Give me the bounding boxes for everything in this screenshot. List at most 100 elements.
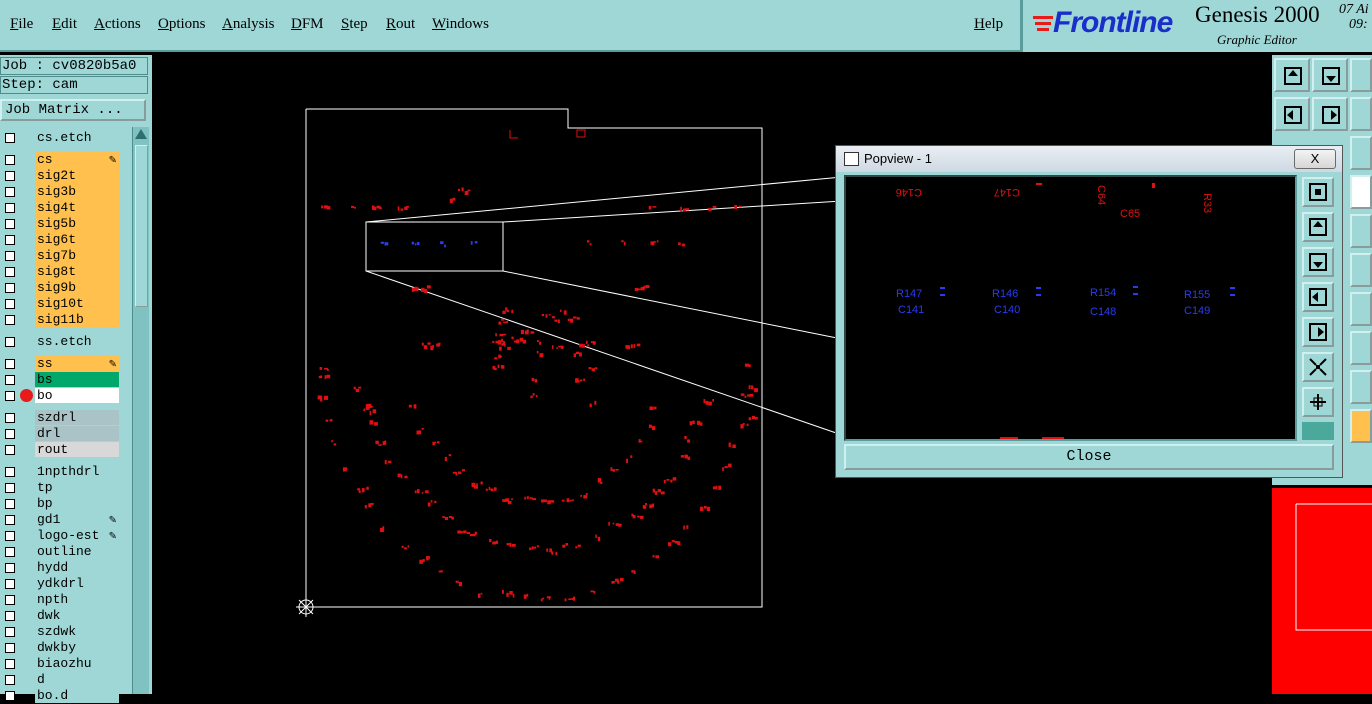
- layer-row-cs[interactable]: cs ✎: [0, 152, 120, 168]
- popview-close-button[interactable]: Close: [844, 444, 1334, 470]
- layer-checkbox[interactable]: [5, 467, 15, 477]
- menu-actions[interactable]: Actions: [94, 16, 141, 33]
- layer-checkbox[interactable]: [5, 627, 15, 637]
- layer-checkbox[interactable]: [5, 359, 15, 369]
- layer-name[interactable]: rout: [35, 442, 119, 457]
- layer-row-bp[interactable]: bp: [0, 496, 120, 512]
- layer-checkbox[interactable]: [5, 251, 15, 261]
- menu-dfm[interactable]: DFM: [291, 16, 324, 33]
- layer-name[interactable]: ydkdrl: [35, 576, 119, 591]
- layer-checkbox[interactable]: [5, 283, 15, 293]
- layer-checkbox[interactable]: [5, 579, 15, 589]
- tool-button-3[interactable]: [1350, 58, 1372, 92]
- scroll-up-icon[interactable]: [135, 129, 147, 139]
- layer-row-sig8t[interactable]: sig8t: [0, 264, 120, 280]
- pan-right-button[interactable]: [1312, 97, 1348, 131]
- layer-checkbox[interactable]: [5, 133, 15, 143]
- layer-row-hydd[interactable]: hydd: [0, 560, 120, 576]
- popview-titlebar[interactable]: Popview - 1 X: [836, 146, 1342, 172]
- layer-name[interactable]: cs ✎: [35, 152, 119, 167]
- layer-name[interactable]: sig10t: [35, 296, 119, 311]
- pv-pan-down-button[interactable]: [1302, 247, 1334, 277]
- pv-pan-right-button[interactable]: [1302, 317, 1334, 347]
- layer-checkbox[interactable]: [5, 675, 15, 685]
- layer-name[interactable]: sig3b: [35, 184, 119, 199]
- layer-name[interactable]: sig6t: [35, 232, 119, 247]
- layer-name[interactable]: bs: [35, 372, 119, 387]
- layer-checkbox[interactable]: [5, 267, 15, 277]
- layer-checkbox[interactable]: [5, 515, 15, 525]
- layer-checkbox[interactable]: [5, 547, 15, 557]
- tool-button-11[interactable]: [1350, 409, 1372, 443]
- layer-checkbox[interactable]: [5, 219, 15, 229]
- layer-row-dwk[interactable]: dwk: [0, 608, 120, 624]
- layer-checkbox[interactable]: [5, 235, 15, 245]
- layer-name[interactable]: outline: [35, 544, 119, 559]
- layer-name[interactable]: bp: [35, 496, 119, 511]
- menu-rout[interactable]: Rout: [386, 16, 415, 33]
- layer-row-szdwk[interactable]: szdwk: [0, 624, 120, 640]
- window-close-button[interactable]: X: [1294, 149, 1336, 169]
- layer-checkbox[interactable]: [5, 337, 15, 347]
- layer-name[interactable]: sig9b: [35, 280, 119, 295]
- layer-checkbox[interactable]: [5, 155, 15, 165]
- layer-checkbox[interactable]: [5, 483, 15, 493]
- job-matrix-button[interactable]: Job Matrix ...: [0, 99, 146, 121]
- tool-button-4[interactable]: [1350, 136, 1372, 170]
- layer-name[interactable]: sig11b: [35, 312, 119, 327]
- popview-canvas[interactable]: C146 C147 C64 C65 R33 R147 C141 R146 C14…: [844, 175, 1297, 441]
- layer-name[interactable]: dwkby: [35, 640, 119, 655]
- menu-step[interactable]: Step: [341, 16, 368, 33]
- layer-name[interactable]: drl: [35, 426, 119, 441]
- layer-row-ss.etch[interactable]: ss.etch: [0, 334, 120, 350]
- layer-name[interactable]: szdrl: [35, 410, 119, 425]
- tool-button-5[interactable]: [1350, 175, 1372, 209]
- popview-window[interactable]: Popview - 1 X C146 C147 C64 C65 R33 R147…: [835, 145, 1343, 478]
- tool-button-9[interactable]: [1350, 331, 1372, 365]
- layer-name[interactable]: ss.etch: [35, 334, 119, 349]
- layer-row-1npthdrl[interactable]: 1npthdrl: [0, 464, 120, 480]
- layer-name[interactable]: biaozhu: [35, 656, 119, 671]
- scroll-thumb[interactable]: [135, 145, 148, 307]
- layer-row-sig7b[interactable]: sig7b: [0, 248, 120, 264]
- pv-zoom-in-button[interactable]: [1302, 387, 1334, 417]
- layer-row-drl[interactable]: drl: [0, 426, 120, 442]
- layer-checkbox[interactable]: [5, 691, 15, 701]
- pv-pan-up-button[interactable]: [1302, 212, 1334, 242]
- layer-name[interactable]: sig2t: [35, 168, 119, 183]
- layer-name[interactable]: logo-est ✎: [35, 528, 119, 543]
- layer-row-bo.d[interactable]: bo.d: [0, 688, 120, 704]
- menu-help[interactable]: Help: [974, 16, 1003, 33]
- tool-button-6[interactable]: [1350, 214, 1372, 248]
- menu-edit[interactable]: Edit: [52, 16, 77, 33]
- layer-name[interactable]: dwk: [35, 608, 119, 623]
- pan-left-button[interactable]: [1274, 97, 1310, 131]
- menu-windows[interactable]: Windows: [432, 16, 489, 33]
- layer-checkbox[interactable]: [5, 659, 15, 669]
- layer-row-sig5b[interactable]: sig5b: [0, 216, 120, 232]
- layer-name[interactable]: bo: [35, 388, 119, 403]
- layer-checkbox[interactable]: [5, 413, 15, 423]
- layer-row-gd1[interactable]: gd1 ✎: [0, 512, 120, 528]
- menu-file[interactable]: File: [10, 16, 33, 33]
- layer-row-sig6t[interactable]: sig6t: [0, 232, 120, 248]
- layer-name[interactable]: sig4t: [35, 200, 119, 215]
- layer-checkbox[interactable]: [5, 611, 15, 621]
- layer-checkbox[interactable]: [5, 315, 15, 325]
- layer-checkbox[interactable]: [5, 643, 15, 653]
- tool-button-8[interactable]: [1350, 292, 1372, 326]
- layer-name[interactable]: cs.etch: [35, 130, 119, 145]
- layer-checkbox[interactable]: [5, 429, 15, 439]
- layer-checkbox[interactable]: [5, 499, 15, 509]
- pv-pan-left-button[interactable]: [1302, 282, 1334, 312]
- layer-row-dwkby[interactable]: dwkby: [0, 640, 120, 656]
- layer-checkbox[interactable]: [5, 531, 15, 541]
- layer-row-bs[interactable]: bs: [0, 372, 120, 388]
- layer-row-d[interactable]: d: [0, 672, 120, 688]
- layer-row-cs.etch[interactable]: cs.etch: [0, 130, 120, 146]
- layer-row-outline[interactable]: outline: [0, 544, 120, 560]
- layer-name[interactable]: szdwk: [35, 624, 119, 639]
- zoom-home-button[interactable]: [1274, 58, 1310, 92]
- layer-name[interactable]: npth: [35, 592, 119, 607]
- layer-name[interactable]: hydd: [35, 560, 119, 575]
